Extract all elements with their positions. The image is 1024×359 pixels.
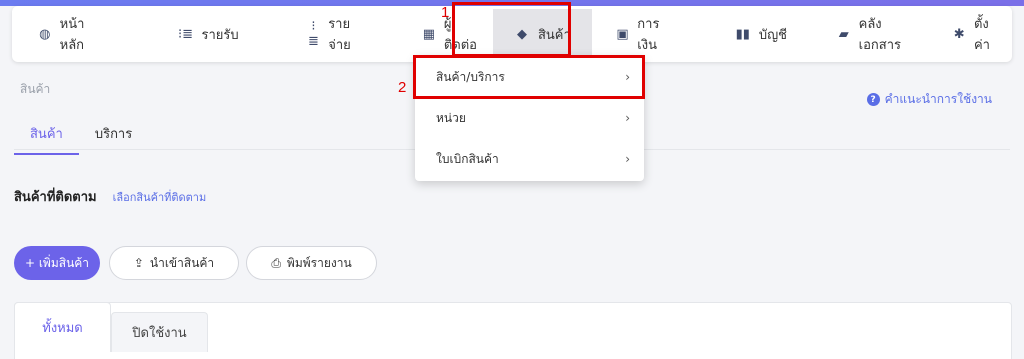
nav-item-documents[interactable]: ▰ คลังเอกสาร [825, 9, 927, 59]
products-dropdown-menu: สินค้า/บริการ › หน่วย › ใบเบิกสินค้า › [415, 55, 644, 181]
add-product-label: + เพิ่มสินค้า [24, 255, 90, 270]
select-followed-link[interactable]: เลือกสินค้าที่ติดตาม [113, 188, 207, 206]
money-icon: ▣ [616, 26, 629, 42]
menu-item-requisition[interactable]: ใบเบิกสินค้า › [415, 139, 644, 179]
breadcrumb: สินค้า [20, 82, 51, 96]
nav-item-label: หน้าหลัก [59, 17, 85, 53]
nav-item-home[interactable]: ◍ หน้าหลัก [26, 9, 113, 59]
nav-item-label: รายจ่าย [328, 17, 351, 53]
chevron-right-icon: › [625, 70, 630, 84]
chevron-right-icon: › [625, 152, 630, 166]
menu-item-label: ใบเบิกสินค้า [436, 151, 499, 166]
menu-item-units[interactable]: หน่วย › [415, 98, 644, 138]
nav-item-label: บัญชี [758, 27, 787, 43]
nav-item-label: ตั้งค่า [973, 17, 990, 53]
import-products-button[interactable]: ⇪ นำเข้าสินค้า [109, 246, 239, 280]
print-report-button[interactable]: ⎙ พิมพ์รายงาน [246, 246, 377, 280]
dashboard-icon: ◍ [39, 26, 51, 42]
expense-list-icon: ⁝≣ [307, 19, 319, 49]
nav-item-settings[interactable]: ✱ ตั้งค่า [940, 9, 1012, 59]
menu-item-label: หน่วย [436, 110, 466, 125]
help-link-label: คำแนะนำการใช้งาน [884, 92, 992, 106]
tab-disabled[interactable]: ปิดใช้งาน [111, 312, 208, 352]
chevron-right-icon: › [625, 111, 630, 125]
menu-item-products-services[interactable]: สินค้า/บริการ › [415, 57, 644, 97]
nav-item-label: สินค้า [537, 27, 571, 43]
folder-icon: ▰ [838, 26, 849, 42]
income-list-icon: ⁝≣ [177, 26, 193, 42]
tab-all[interactable]: ทั้งหมด [14, 302, 111, 352]
nav-item-label: คลังเอกสาร [858, 17, 901, 53]
add-product-button[interactable]: + เพิ่มสินค้า [14, 246, 100, 280]
gear-icon: ✱ [953, 26, 965, 42]
contacts-icon: ▦ [422, 26, 436, 42]
nav-item-products[interactable]: ◆ สินค้า [493, 9, 592, 59]
main-navbar: ◍ หน้าหลัก ⁝≣ รายรับ ⁝≣ รายจ่าย ▦ ผู้ติด… [12, 6, 1012, 62]
nav-item-income[interactable]: ⁝≣ รายรับ [165, 9, 250, 59]
printer-icon: ⎙ [271, 255, 281, 270]
cube-icon: ◆ [516, 26, 527, 42]
step-number-1: 1 [441, 4, 450, 21]
nav-item-contacts[interactable]: ▦ ผู้ติดต่อ [410, 9, 491, 59]
import-products-label: นำเข้าสินค้า [149, 255, 215, 270]
menu-item-label: สินค้า/บริการ [436, 69, 505, 84]
followed-products-row: สินค้าที่ติดตาม เลือกสินค้าที่ติดตาม [14, 186, 206, 207]
followed-products-title: สินค้าที่ติดตาม [14, 190, 97, 205]
help-icon: ? [866, 93, 880, 106]
print-report-label: พิมพ์รายงาน [286, 255, 352, 270]
help-link[interactable]: ? คำแนะนำการใช้งาน [866, 90, 992, 109]
ledger-icon: ▮▮ [735, 26, 750, 42]
nav-item-label: การเงิน [637, 17, 660, 53]
nav-item-expense[interactable]: ⁝≣ รายจ่าย [295, 9, 378, 59]
nav-item-finance[interactable]: ▣ การเงิน [604, 9, 685, 59]
nav-item-accounting[interactable]: ▮▮ บัญชี [723, 9, 799, 59]
step-number-2: 2 [398, 79, 407, 96]
import-icon: ⇪ [133, 256, 144, 270]
nav-item-label: รายรับ [201, 27, 239, 43]
